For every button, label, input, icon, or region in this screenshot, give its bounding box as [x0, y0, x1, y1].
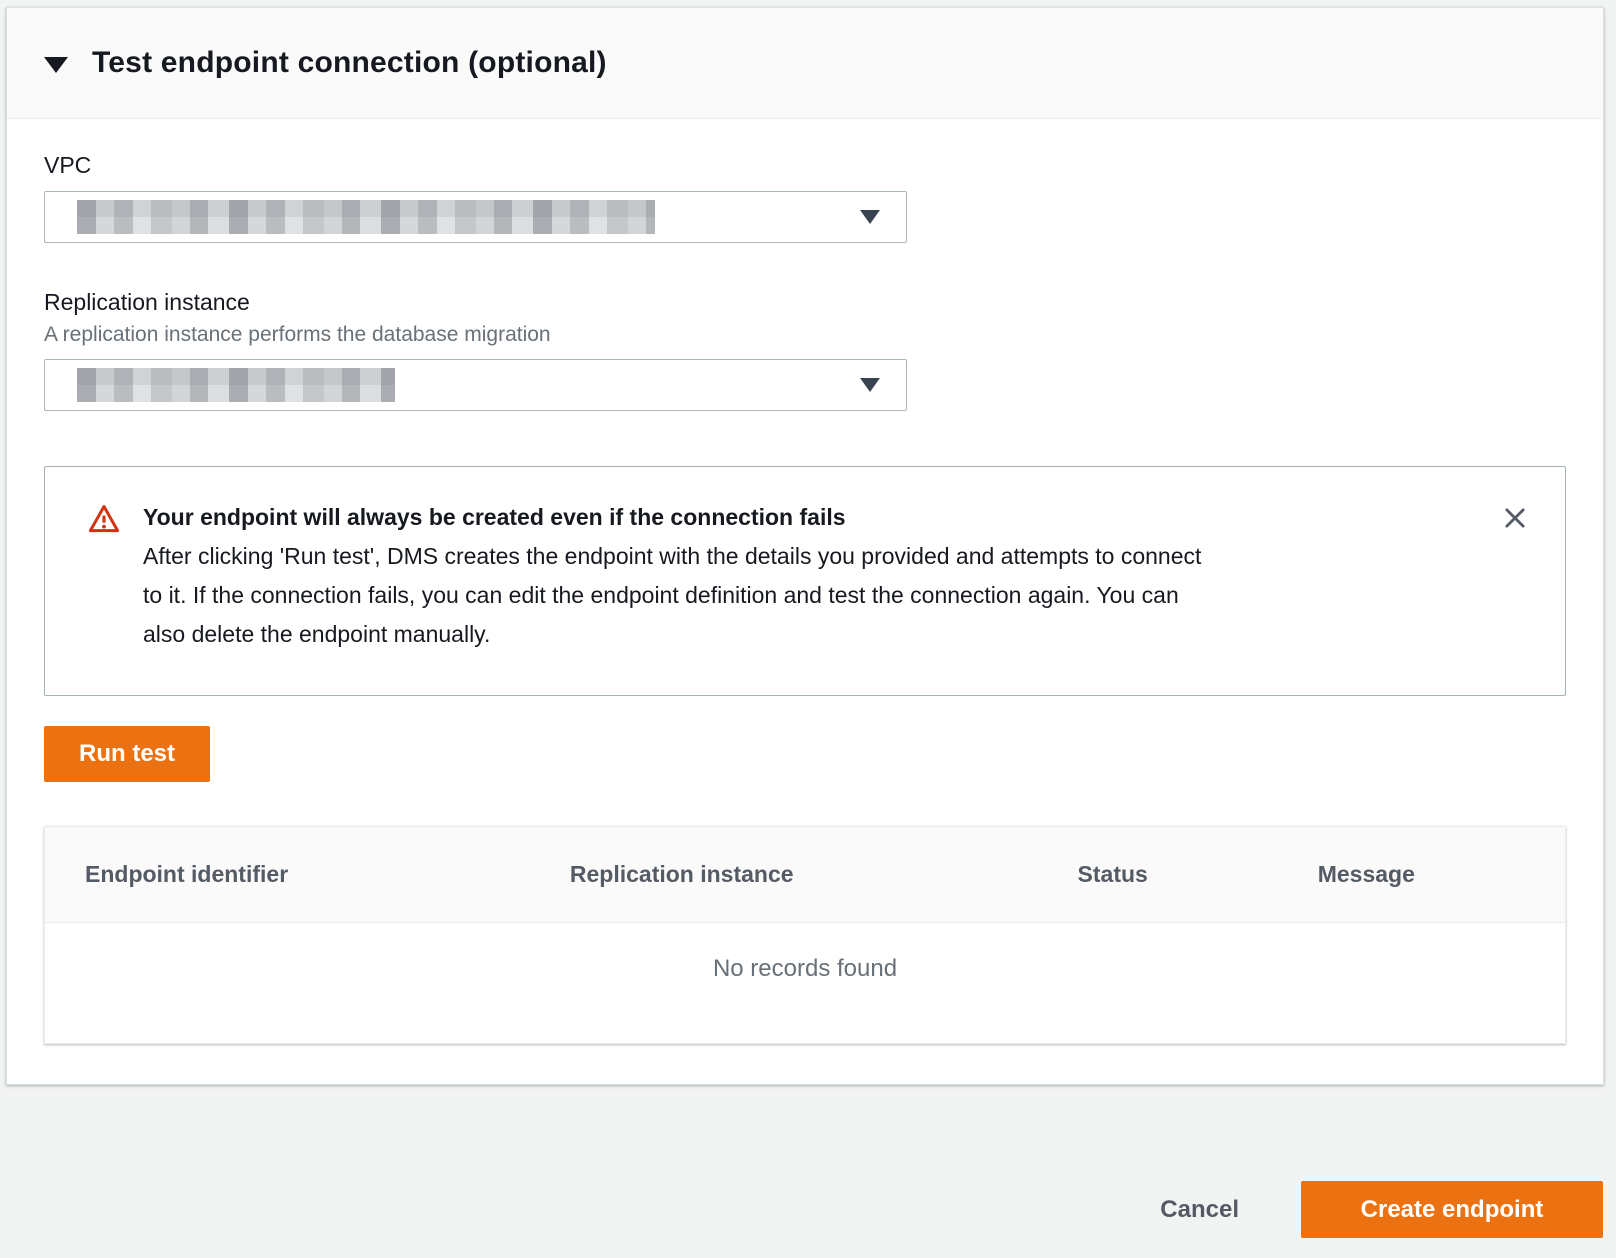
create-endpoint-button[interactable]: Create endpoint: [1301, 1181, 1603, 1238]
replication-instance-select[interactable]: [44, 359, 907, 411]
warning-alert-text: Your endpoint will always be created eve…: [143, 498, 1473, 654]
section-title: Test endpoint connection (optional): [92, 46, 607, 80]
replication-instance-redacted-value: [77, 368, 395, 402]
chevron-down-icon: [860, 378, 880, 392]
section-body: VPC Replication instance A replication i…: [7, 119, 1603, 1084]
vpc-label: VPC: [44, 152, 1566, 179]
column-header-message: Message: [1278, 861, 1565, 888]
replication-instance-description: A replication instance performs the data…: [44, 323, 1566, 347]
close-icon[interactable]: [1497, 500, 1533, 536]
warning-alert-title: Your endpoint will always be created eve…: [143, 498, 1473, 537]
table-empty-state: No records found: [45, 923, 1565, 1043]
connection-results-table: Endpoint identifier Replication instance…: [44, 826, 1566, 1044]
vpc-select[interactable]: [44, 191, 907, 243]
warning-alert-body-line: to it. If the connection fails, you can …: [143, 576, 1473, 615]
replication-instance-field: Replication instance A replication insta…: [44, 289, 1566, 411]
chevron-down-icon: [860, 210, 880, 224]
column-header-endpoint-identifier: Endpoint identifier: [45, 861, 530, 888]
warning-alert-body-line: After clicking 'Run test', DMS creates t…: [143, 537, 1473, 576]
run-test-button[interactable]: Run test: [44, 726, 210, 782]
collapse-triangle-icon: [44, 57, 68, 73]
cancel-button[interactable]: Cancel: [1160, 1196, 1239, 1224]
test-endpoint-connection-panel: Test endpoint connection (optional) VPC …: [6, 7, 1604, 1085]
table-header-row: Endpoint identifier Replication instance…: [45, 827, 1565, 923]
vpc-field: VPC: [44, 152, 1566, 243]
vpc-redacted-value: [77, 200, 655, 234]
column-header-status: Status: [1038, 861, 1278, 888]
warning-alert: Your endpoint will always be created eve…: [44, 466, 1566, 696]
form-footer-actions: Cancel Create endpoint: [1160, 1181, 1603, 1238]
warning-alert-body-line: also delete the endpoint manually.: [143, 615, 1473, 654]
column-header-replication-instance: Replication instance: [530, 861, 1038, 888]
replication-instance-label: Replication instance: [44, 289, 1566, 316]
section-header-test-endpoint-connection[interactable]: Test endpoint connection (optional): [7, 8, 1603, 119]
warning-triangle-icon: [87, 502, 121, 541]
